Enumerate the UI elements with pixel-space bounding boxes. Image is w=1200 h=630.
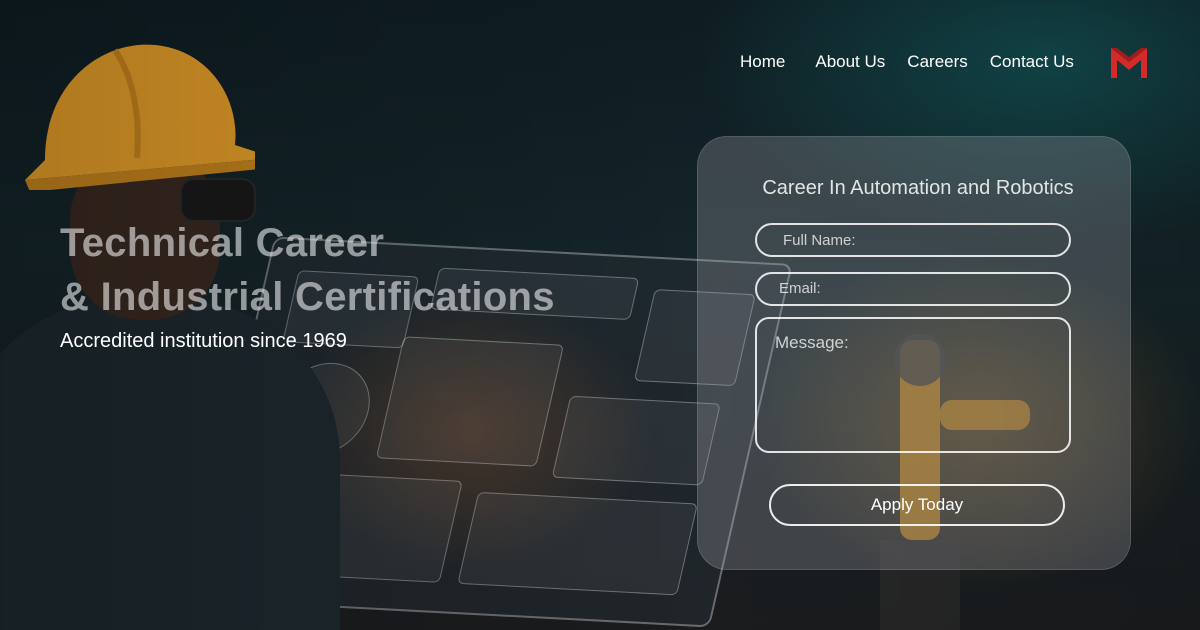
top-nav: Home About Us Careers Contact Us <box>740 50 1096 74</box>
landing-page: Home About Us Careers Contact Us Technic… <box>0 0 1200 630</box>
hero-subtitle: Accredited institution since 1969 <box>60 330 347 352</box>
full-name-input[interactable]: Full Name: <box>755 223 1071 257</box>
nav-home[interactable]: Home <box>740 50 785 74</box>
apply-today-button[interactable]: Apply Today <box>769 484 1065 526</box>
nav-contact-us[interactable]: Contact Us <box>990 50 1074 74</box>
message-textarea[interactable]: Message: <box>755 317 1071 453</box>
message-placeholder: Message: <box>775 333 849 352</box>
form-title: Career In Automation and Robotics <box>762 177 1074 199</box>
hero-title-line-2: & Industrial Certifications <box>60 275 555 319</box>
full-name-placeholder: Full Name: <box>783 232 856 249</box>
nav-about-us[interactable]: About Us <box>815 50 885 74</box>
hero-section: Technical Career & Industrial Certificat… <box>60 216 555 353</box>
email-placeholder: Email: <box>779 280 821 297</box>
application-form-card: Career In Automation and Robotics Full N… <box>697 136 1131 570</box>
email-input[interactable]: Email: <box>755 272 1071 306</box>
hero-title: Technical Career & Industrial Certificat… <box>60 216 555 324</box>
m-brand-logo-icon[interactable] <box>1108 44 1150 82</box>
nav-careers[interactable]: Careers <box>907 50 967 74</box>
hero-title-line-1: Technical Career <box>60 221 385 265</box>
